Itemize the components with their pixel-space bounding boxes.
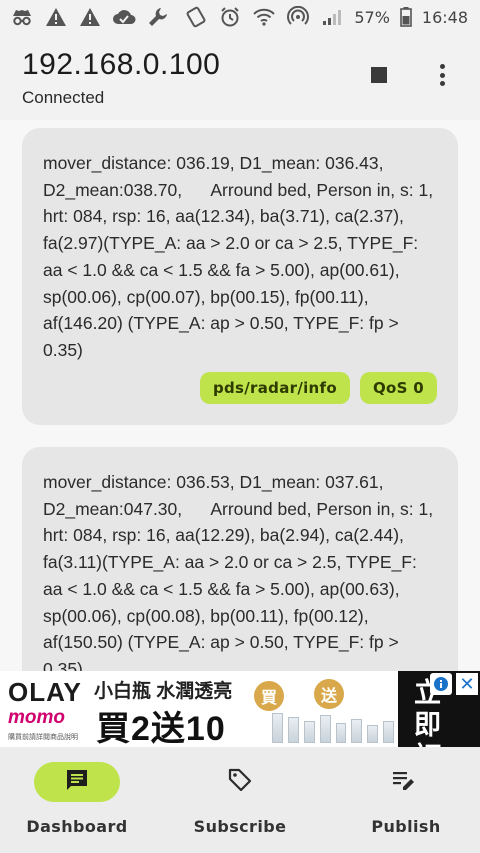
battery-icon xyxy=(400,5,412,29)
clock: 16:48 xyxy=(421,7,468,27)
nav-item-dashboard[interactable]: Dashboard xyxy=(0,747,160,853)
alarm-icon xyxy=(218,5,242,29)
adchoices-icon[interactable] xyxy=(430,673,452,695)
connection-status: Connected xyxy=(22,88,105,107)
hotspot-icon xyxy=(286,5,310,29)
warning-icon xyxy=(44,5,68,29)
status-bar-right: 57% 16:48 xyxy=(184,5,468,29)
status-bar: 57% 16:48 xyxy=(0,0,480,34)
nav-indicator xyxy=(360,762,446,802)
nav-item-publish[interactable]: Publish xyxy=(320,747,480,853)
nav-indicator xyxy=(197,762,283,802)
ad-buy-badge: 買 xyxy=(254,681,284,711)
app-bar: 192.168.0.100 Connected xyxy=(0,34,480,120)
tag-icon xyxy=(226,766,254,799)
ad-headline: 小白瓶 水潤透亮 xyxy=(94,681,233,702)
battery-percent: 57% xyxy=(354,7,390,27)
status-bar-left xyxy=(10,5,170,29)
cloud-check-icon xyxy=(112,5,136,29)
message-list[interactable]: mover_distance: 036.19, D1_mean: 036.43,… xyxy=(0,120,480,671)
bottom-navigation: Dashboard Subscribe Publish xyxy=(0,747,480,853)
nav-label: Publish xyxy=(371,817,441,836)
nav-indicator xyxy=(34,762,120,802)
rotate-icon xyxy=(184,5,208,29)
edit-note-icon xyxy=(389,766,417,799)
message-icon xyxy=(64,767,90,798)
ad-gift-badge: 送 xyxy=(314,679,344,709)
wrench-icon xyxy=(146,5,170,29)
ad-brand-logo: OLAY xyxy=(8,677,82,707)
message-card[interactable]: mover_distance: 036.53, D1_mean: 037.61,… xyxy=(22,447,458,671)
nav-label: Dashboard xyxy=(26,817,128,836)
message-text: mover_distance: 036.19, D1_mean: 036.43,… xyxy=(43,153,438,360)
topic-chip[interactable]: pds/radar/info xyxy=(199,372,350,404)
more-options-button[interactable] xyxy=(430,60,454,90)
message-chips: pds/radar/info QoS 0 xyxy=(199,372,437,404)
wifi-icon xyxy=(252,5,276,29)
page-title: 192.168.0.100 xyxy=(22,48,221,81)
incognito-icon xyxy=(10,5,34,29)
ad-promo: 買2送10 xyxy=(96,710,226,747)
ad-product-image xyxy=(272,711,394,743)
qos-chip[interactable]: QoS 0 xyxy=(359,372,437,404)
ad-fine-print: 購買前請詳閱商品說明 xyxy=(8,734,78,741)
message-text: mover_distance: 036.53, D1_mean: 037.61,… xyxy=(43,472,438,671)
warning-icon xyxy=(78,5,102,29)
stop-icon xyxy=(371,67,387,83)
nav-item-subscribe[interactable]: Subscribe xyxy=(160,747,320,853)
ad-close-icon[interactable]: ✕ xyxy=(456,673,478,695)
ad-banner[interactable]: OLAY momo 購買前請詳閱商品說明 小白瓶 水潤透亮 買2送10 買 送 … xyxy=(0,671,480,747)
ad-store-logo: momo xyxy=(8,707,65,728)
more-vert-icon xyxy=(439,64,445,69)
signal-icon xyxy=(320,5,344,29)
nav-label: Subscribe xyxy=(193,817,287,836)
disconnect-button[interactable] xyxy=(368,64,390,86)
message-card[interactable]: mover_distance: 036.19, D1_mean: 036.43,… xyxy=(22,128,458,425)
